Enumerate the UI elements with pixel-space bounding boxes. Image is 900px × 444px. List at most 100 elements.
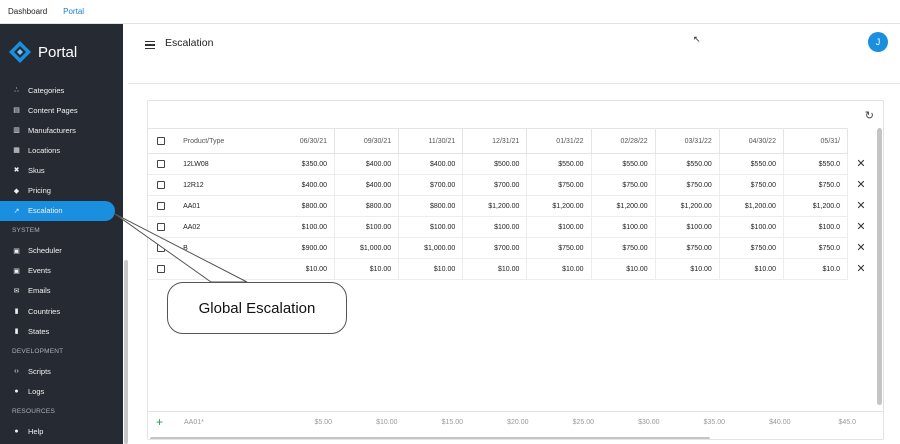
sidebar-item-scheduler[interactable]: ▣ Scheduler	[0, 241, 123, 261]
tab-portal[interactable]: Portal	[55, 7, 92, 16]
value-cell[interactable]: $1,000.00	[398, 237, 464, 259]
value-cell[interactable]: $100.0	[783, 216, 848, 238]
row-checkbox[interactable]	[156, 160, 165, 168]
delete-row-icon[interactable]: ✕	[856, 157, 865, 170]
column-header-date[interactable]: 03/31/22	[655, 128, 720, 154]
new-row-value-input[interactable]: $35.00	[667, 419, 725, 426]
value-cell[interactable]: $750.00	[719, 174, 784, 196]
sidebar-item-events[interactable]: ▣ Events	[0, 261, 123, 281]
value-cell[interactable]: $1,200.00	[462, 195, 528, 217]
value-cell[interactable]: $1,200.00	[719, 195, 784, 217]
row-checkbox[interactable]	[156, 181, 165, 189]
value-cell[interactable]: $10.00	[526, 258, 592, 280]
new-row-value-input[interactable]: $20.00	[471, 419, 528, 426]
value-cell[interactable]: $10.0	[783, 258, 848, 280]
tab-dashboard[interactable]: Dashboard	[0, 7, 55, 16]
column-header-date[interactable]: 04/30/22	[719, 128, 784, 154]
value-cell[interactable]: $700.00	[462, 237, 528, 259]
value-cell[interactable]: $800.00	[334, 195, 400, 217]
value-cell[interactable]: $800.00	[398, 195, 464, 217]
product-cell[interactable]: AA02	[173, 216, 271, 238]
value-cell[interactable]: $750.0	[783, 174, 848, 196]
value-cell[interactable]: $1,200.0	[783, 195, 848, 217]
delete-row-icon[interactable]: ✕	[856, 262, 865, 275]
value-cell[interactable]: $400.00	[270, 174, 335, 196]
value-cell[interactable]: $10.00	[655, 258, 720, 280]
value-cell[interactable]: $400.00	[334, 153, 400, 175]
value-cell[interactable]: $10.00	[334, 258, 400, 280]
value-cell[interactable]: $750.00	[591, 237, 656, 259]
product-cell[interactable]: AA01	[173, 195, 271, 217]
column-header-date[interactable]: 09/30/21	[334, 128, 400, 154]
product-cell[interactable]: 12LW08	[173, 153, 271, 175]
column-header-date[interactable]: 05/31/	[783, 128, 848, 154]
logo[interactable]: Portal	[0, 24, 123, 80]
value-cell[interactable]: $750.00	[591, 174, 656, 196]
column-header-date[interactable]: 01/31/22	[526, 128, 592, 154]
new-row-value-input[interactable]: $10.00	[340, 419, 397, 426]
sidebar-item-states[interactable]: ▮ States	[0, 321, 123, 341]
row-checkbox[interactable]	[156, 223, 165, 231]
product-cell[interactable]: B	[173, 237, 271, 259]
table-vertical-scrollbar[interactable]	[877, 128, 882, 405]
new-row-product-input[interactable]: AA01*	[184, 419, 204, 426]
delete-row-icon[interactable]: ✕	[856, 241, 865, 254]
value-cell[interactable]: $900.00	[270, 237, 335, 259]
value-cell[interactable]: $10.00	[462, 258, 528, 280]
value-cell[interactable]: $400.00	[334, 174, 400, 196]
sidebar-item-skus[interactable]: ✖ Skus	[0, 160, 123, 180]
value-cell[interactable]: $750.0	[783, 237, 848, 259]
value-cell[interactable]: $750.00	[526, 174, 592, 196]
sidebar-scrollbar[interactable]	[124, 260, 128, 444]
value-cell[interactable]: $100.00	[398, 216, 464, 238]
column-header-product[interactable]: Product/Type	[173, 128, 271, 154]
value-cell[interactable]: $550.00	[591, 153, 656, 175]
sidebar-item-scripts[interactable]: ‹› Scripts	[0, 361, 123, 381]
delete-row-icon[interactable]: ✕	[856, 178, 865, 191]
value-cell[interactable]: $100.00	[334, 216, 400, 238]
column-header-date[interactable]: 06/30/21	[270, 128, 335, 154]
refresh-icon[interactable]: ↻	[865, 109, 874, 122]
value-cell[interactable]: $10.00	[719, 258, 784, 280]
product-cell[interactable]: 12R12	[173, 174, 271, 196]
value-cell[interactable]: $1,000.00	[334, 237, 400, 259]
table-horizontal-scrollbar[interactable]	[150, 437, 710, 439]
new-row-value-input[interactable]: $15.00	[405, 419, 463, 426]
value-cell[interactable]: $700.00	[398, 174, 464, 196]
value-cell[interactable]: $10.00	[270, 258, 335, 280]
value-cell[interactable]: $350.00	[270, 153, 335, 175]
sidebar-item-content-pages[interactable]: ▤ Content Pages	[0, 100, 123, 120]
value-cell[interactable]: $100.00	[655, 216, 720, 238]
sidebar-item-categories[interactable]: ∴ Categories	[0, 80, 123, 100]
value-cell[interactable]: $100.00	[462, 216, 528, 238]
value-cell[interactable]: $1,200.00	[655, 195, 720, 217]
column-header-date[interactable]: 11/30/21	[398, 128, 464, 154]
sidebar-item-countries[interactable]: ▮ Countries	[0, 301, 123, 321]
value-cell[interactable]: $100.00	[526, 216, 592, 238]
value-cell[interactable]: $550.00	[719, 153, 784, 175]
value-cell[interactable]: $10.00	[591, 258, 656, 280]
sidebar-item-escalation[interactable]: ↗ Escalation	[0, 200, 115, 221]
value-cell[interactable]: $550.00	[526, 153, 592, 175]
value-cell[interactable]: $550.0	[783, 153, 848, 175]
sidebar-item-help[interactable]: ● Help	[0, 422, 123, 442]
value-cell[interactable]: $100.00	[270, 216, 335, 238]
sidebar-item-locations[interactable]: ▦ Locations	[0, 140, 123, 160]
value-cell[interactable]: $550.00	[655, 153, 720, 175]
add-row-icon[interactable]: +	[156, 415, 163, 429]
value-cell[interactable]: $500.00	[462, 153, 528, 175]
new-row-value-input[interactable]: $45.0	[798, 419, 856, 426]
delete-row-icon[interactable]: ✕	[856, 220, 865, 233]
value-cell[interactable]: $750.00	[526, 237, 592, 259]
new-row-value-input[interactable]: $25.00	[536, 419, 594, 426]
row-checkbox[interactable]	[156, 244, 165, 252]
delete-row-icon[interactable]: ✕	[856, 199, 865, 212]
row-checkbox[interactable]	[156, 202, 165, 210]
value-cell[interactable]: $750.00	[655, 237, 720, 259]
value-cell[interactable]: $400.00	[398, 153, 464, 175]
sidebar-item-manufacturers[interactable]: ▥ Manufacturers	[0, 120, 123, 140]
value-cell[interactable]: $100.00	[591, 216, 656, 238]
column-header-date[interactable]: 02/28/22	[591, 128, 656, 154]
value-cell[interactable]: $700.00	[462, 174, 528, 196]
sidebar-item-emails[interactable]: ✉ Emails	[0, 281, 123, 301]
